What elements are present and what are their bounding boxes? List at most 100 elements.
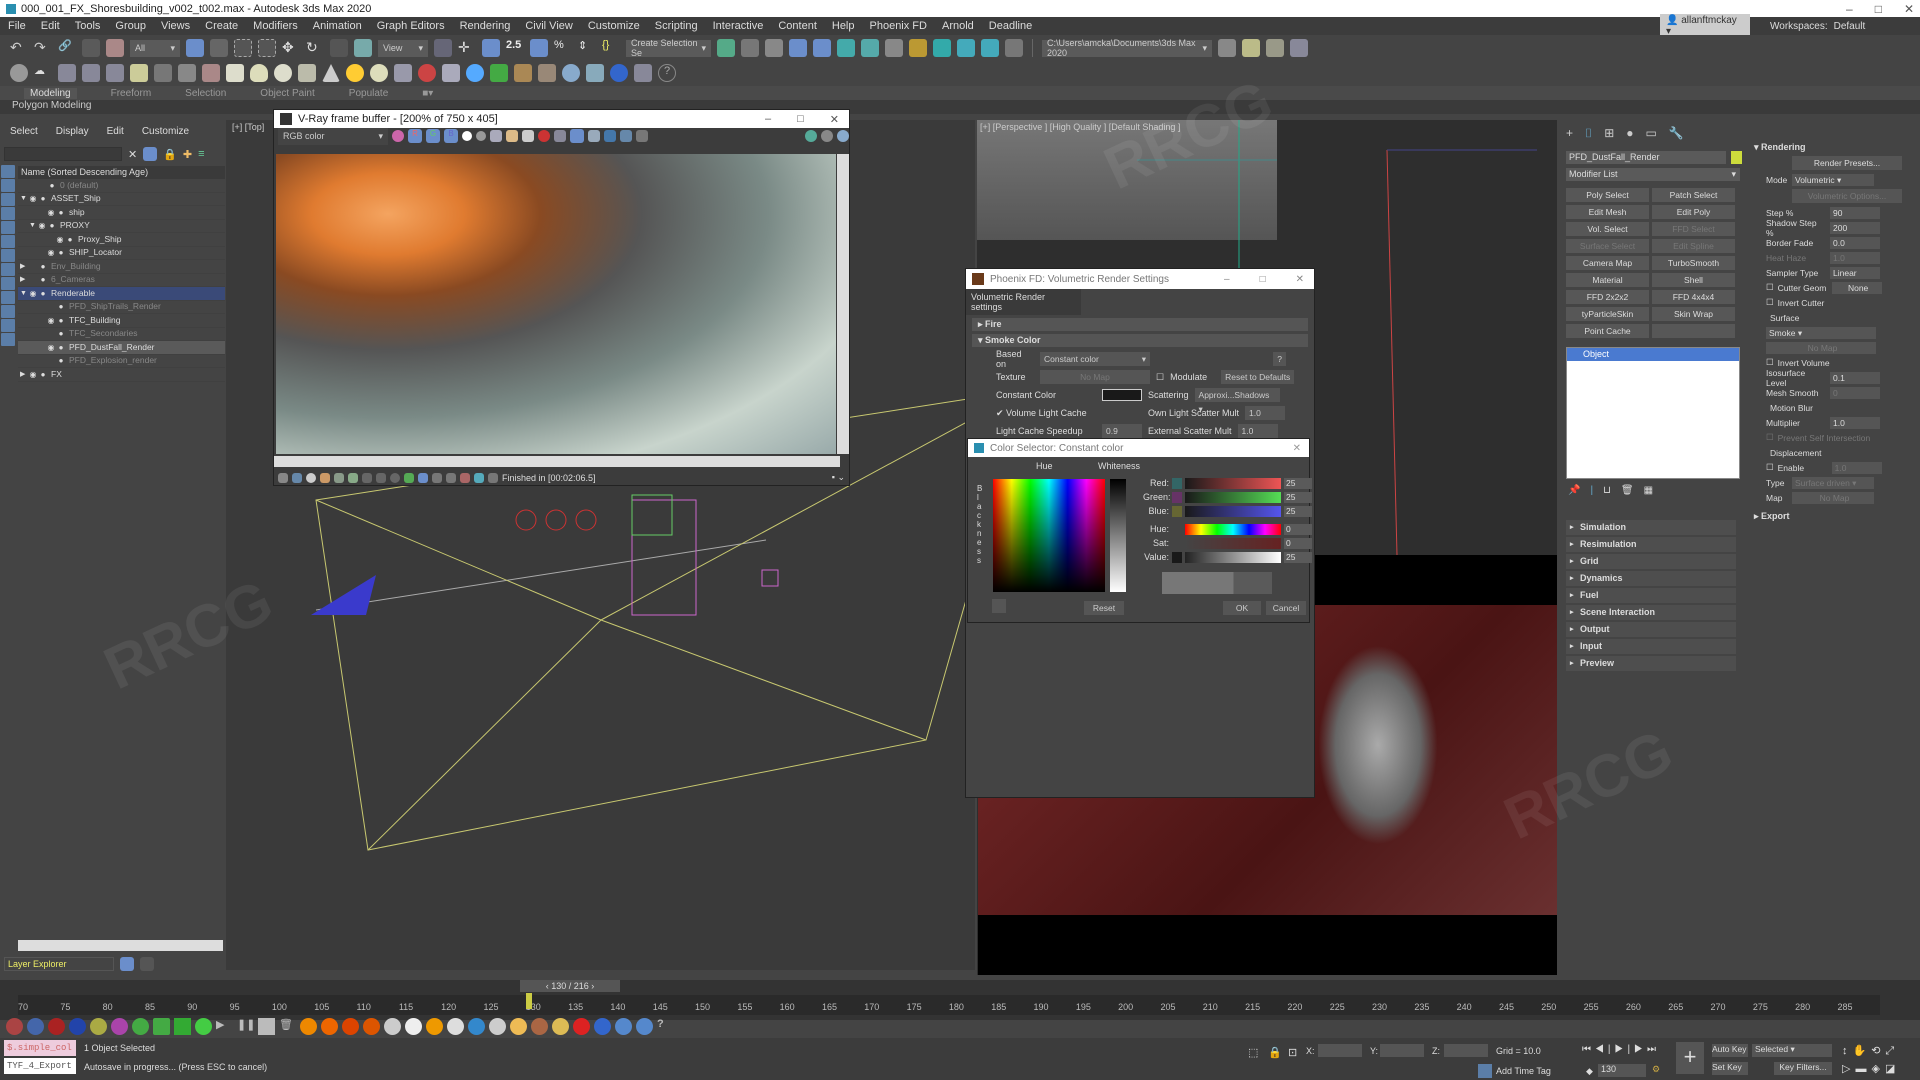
visibility-eye-icon[interactable]: ◉ <box>28 287 38 301</box>
mode-dropdown[interactable]: Volumetric ▾ <box>1792 173 1874 186</box>
sun-icon[interactable] <box>346 64 364 82</box>
layer-explorer-dropdown[interactable]: Layer Explorer <box>4 957 114 971</box>
select-object-icon[interactable] <box>186 39 204 57</box>
expand-arrow-icon[interactable]: ▶ <box>20 273 28 287</box>
fov-icon[interactable]: ▷ <box>1842 1063 1855 1075</box>
tree-row[interactable]: ▶ ◉ ● FX <box>18 368 225 382</box>
menu-content[interactable]: Content <box>778 20 817 32</box>
based-on-dropdown[interactable]: Constant color ▾ <box>1040 352 1150 366</box>
save-image-icon[interactable] <box>490 130 502 142</box>
heat-haze-field[interactable]: 1.0 <box>1830 251 1880 264</box>
make-unique-icon[interactable]: ⊔ <box>1603 485 1611 496</box>
rollout-preview[interactable]: Preview <box>1566 656 1736 671</box>
vertical-compare-icon[interactable] <box>460 472 470 483</box>
render-production-icon[interactable] <box>957 39 975 57</box>
rollout-smoke-color[interactable]: ▾ Smoke Color <box>972 334 1308 347</box>
liquid-icon[interactable] <box>468 1017 485 1035</box>
trackbar-ruler[interactable]: 70 75 80 85 90 95 100 105 110 115 120 125 130 135 140 1… <box>18 995 1880 1015</box>
red-splash-icon[interactable] <box>573 1017 590 1035</box>
explorer-menu-edit[interactable]: Edit <box>107 126 124 137</box>
layers-icon[interactable]: ≡ <box>198 148 204 160</box>
displacement-enable-checkbox[interactable]: ☐ <box>1766 462 1774 473</box>
srgb-icon[interactable] <box>404 472 414 483</box>
foam-icon[interactable] <box>615 1017 632 1035</box>
image-icon[interactable] <box>58 64 76 82</box>
tree-row[interactable]: ◉ ● SHIP_Locator <box>18 246 225 260</box>
go-to-start-icon[interactable]: ⏮ <box>1582 1044 1595 1055</box>
fire-2-icon[interactable] <box>321 1017 338 1035</box>
tree-row[interactable]: ▶ ● 6_Cameras <box>18 273 225 287</box>
stack-item-object[interactable]: Object <box>1567 348 1739 361</box>
set-keys-button[interactable]: + <box>1676 1042 1704 1074</box>
filter-icon[interactable] <box>143 147 158 161</box>
tree-row[interactable]: ◉ ● ship <box>18 206 225 220</box>
phoenix-minimize-button[interactable]: – <box>1224 274 1230 285</box>
zoom-icon[interactable]: ↕ <box>1842 1045 1853 1057</box>
playhead[interactable] <box>525 993 532 1009</box>
cone-icon[interactable] <box>322 64 340 82</box>
set-project-icon[interactable] <box>1290 39 1308 57</box>
menu-modifiers[interactable]: Modifiers <box>253 20 298 32</box>
smoke-icon[interactable] <box>384 1017 401 1035</box>
vray-titlebar[interactable]: V-Ray frame buffer - [200% of 750 x 405]… <box>274 110 849 128</box>
red-spinner[interactable]: 25 <box>1284 477 1312 489</box>
lock-icon[interactable]: 🔒 <box>163 148 177 161</box>
object-color-swatch[interactable] <box>1731 151 1742 164</box>
display-tab-icon[interactable]: ▭ <box>1646 126 1657 141</box>
modifier-button[interactable]: tyParticleSkin <box>1566 307 1649 321</box>
region-render-icon[interactable] <box>570 129 584 143</box>
ribbon-tab-object-paint[interactable]: Object Paint <box>260 88 314 99</box>
box-red-icon[interactable] <box>6 1017 23 1035</box>
visibility-eye-icon[interactable]: ◉ <box>46 206 56 220</box>
delete-cache-icon[interactable]: 🗑 <box>279 1018 296 1035</box>
visibility-eye-icon[interactable]: ◉ <box>46 246 56 260</box>
modifier-button[interactable]: FFD 4x4x4 <box>1652 290 1735 304</box>
ball-icon[interactable] <box>274 64 292 82</box>
groups-filter-icon[interactable] <box>1 249 15 262</box>
orbit-icon[interactable]: ⟲ <box>1871 1045 1885 1057</box>
modifier-button[interactable]: Vol. Select <box>1566 222 1649 236</box>
mono-icon[interactable] <box>476 131 486 141</box>
expand-arrow-icon[interactable]: ▼ <box>20 287 28 301</box>
sphere-icon[interactable] <box>562 64 580 82</box>
render-last-icon[interactable] <box>588 130 600 142</box>
maxscript-mini-field[interactable]: TYF_4_Export <box>4 1058 76 1074</box>
hierarchy-tab-icon[interactable]: ⊞ <box>1604 126 1614 141</box>
configure-sets-icon[interactable]: ▦ <box>1644 485 1653 496</box>
modifier-list-dropdown[interactable]: Modifier List ▾ <box>1566 168 1740 181</box>
cloud-sim-icon[interactable] <box>447 1017 464 1035</box>
surface-map-button[interactable]: No Map <box>1766 341 1876 354</box>
burst-icon[interactable] <box>195 1017 212 1035</box>
tyflow-icon[interactable] <box>132 1017 149 1035</box>
arrow-flow-icon[interactable] <box>153 1017 170 1035</box>
tree-column-header[interactable]: Name (Sorted Descending Age) <box>18 166 225 179</box>
explorer-search-input[interactable] <box>4 147 122 161</box>
shapes-filter-icon[interactable] <box>1 179 15 192</box>
pause-sim-icon[interactable]: ❚❚ <box>237 1018 255 1035</box>
background-icon[interactable] <box>348 472 358 483</box>
key-filters-button[interactable]: Key Filters... <box>1774 1062 1832 1075</box>
tree-row[interactable]: ◉ ● TFC_Building <box>18 314 225 328</box>
y-coordinate-field[interactable] <box>1380 1044 1424 1057</box>
top-viewport-label[interactable]: [+] [Top] <box>232 122 264 132</box>
invert-volume-checkbox[interactable]: ☐ <box>1766 357 1774 368</box>
modifier-button[interactable]: TurboSmooth <box>1652 256 1735 270</box>
isolate-selection-icon[interactable]: ⬚ <box>1248 1046 1258 1059</box>
light-icon[interactable] <box>130 64 148 82</box>
rollout-input[interactable]: Input <box>1566 639 1736 654</box>
menu-help[interactable]: Help <box>832 20 855 32</box>
scattering-dropdown[interactable]: Approxi...Shadows ▾ <box>1194 388 1280 414</box>
candle-icon[interactable] <box>426 1017 443 1035</box>
rollout-resimulation[interactable]: Resimulation <box>1566 537 1736 552</box>
undo-icon[interactable]: ↶ <box>10 39 28 57</box>
menu-animation[interactable]: Animation <box>313 20 362 32</box>
green-spinner[interactable]: 25 <box>1284 491 1312 503</box>
vray-teapot-icon[interactable] <box>298 64 316 82</box>
sort-by-hierarchy-icon[interactable] <box>140 957 154 971</box>
menu-civil-view[interactable]: Civil View <box>525 20 572 32</box>
motion-blur-multiplier-field[interactable]: 1.0 <box>1830 416 1880 429</box>
red-slider[interactable] <box>1185 477 1281 489</box>
perspective-viewport-label[interactable]: [+] [Perspective ] [High Quality ] [Defa… <box>980 122 1180 132</box>
cloud-icon[interactable]: ☁ <box>34 64 52 82</box>
time-config-icon[interactable]: ◆ <box>1586 1066 1593 1077</box>
